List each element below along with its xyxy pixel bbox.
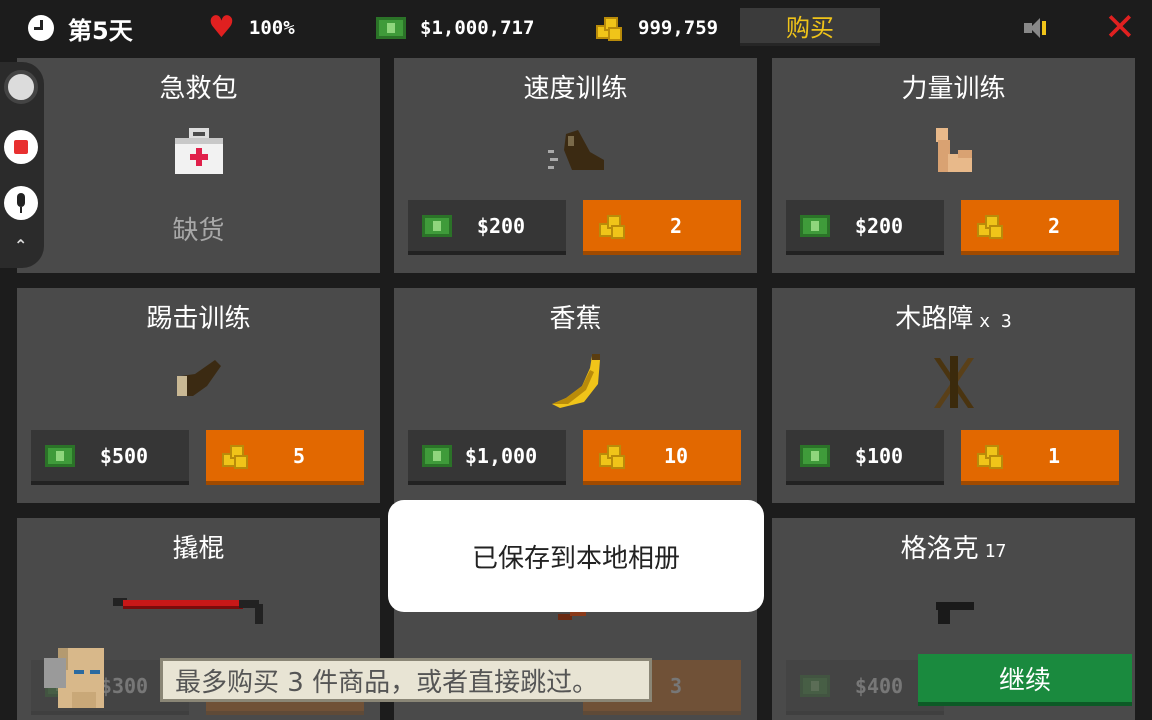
banana-icon	[551, 354, 600, 408]
gold-indicator: 999,759	[594, 0, 718, 56]
speaker-icon[interactable]	[1022, 14, 1054, 42]
gold-coins-icon	[597, 443, 627, 469]
top-bar: 第5天 ♥ 100% $1,000,717 999,759 购买 ✕	[0, 0, 1152, 56]
gold-coins-icon	[594, 15, 624, 41]
gold-coins-icon	[220, 443, 250, 469]
first-aid-kit-icon	[174, 128, 223, 174]
gold-coins-icon	[597, 213, 627, 239]
sold-out-label: 缺货	[172, 216, 225, 246]
card-title: 踢击训练	[146, 304, 251, 334]
cash-icon	[45, 444, 75, 467]
shop-card-kick-training: 踢击训练 $500 5	[17, 288, 380, 503]
continue-button[interactable]: 继续	[918, 654, 1132, 706]
dialog-speech-bubble: 最多购买 3 件商品，或者直接跳过。	[160, 658, 652, 702]
cash-icon	[800, 214, 830, 237]
health-value: 100%	[248, 17, 295, 39]
clock-icon	[28, 15, 54, 41]
crowbar-icon	[113, 598, 263, 624]
shop-card-wood-barricade: 木路障 x 3 $100 1	[772, 288, 1135, 503]
buy-with-money-button[interactable]: $1,000	[408, 430, 566, 485]
health-indicator: ♥ 100%	[208, 0, 295, 56]
buy-with-money-button[interactable]: $200	[408, 200, 566, 255]
cash-icon	[800, 444, 830, 467]
buy-with-gold-button[interactable]: 5	[206, 430, 364, 485]
gold-coins-icon	[975, 213, 1005, 239]
buy-with-gold-button[interactable]: 2	[961, 200, 1119, 255]
stop-icon	[14, 140, 28, 154]
card-title: 速度训练	[523, 74, 628, 104]
shopkeeper-avatar	[44, 648, 104, 708]
wood-barricade-icon	[933, 356, 974, 408]
shop-card-banana: 香蕉 $1,000 10	[394, 288, 757, 503]
buy-with-gold-button[interactable]: 2	[583, 200, 741, 255]
card-title: 撬棍	[172, 534, 225, 564]
cash-icon	[376, 17, 406, 39]
buy-with-money-button[interactable]: $100	[786, 430, 944, 485]
shop-card-speed-training: 速度训练 $200 2	[394, 58, 757, 273]
flexed-arm-icon	[935, 128, 972, 172]
cash-icon	[422, 214, 452, 237]
gold-coins-icon	[975, 443, 1005, 469]
card-title: 香蕉	[549, 304, 602, 334]
close-icon[interactable]: ✕	[1104, 8, 1136, 46]
money-indicator: $1,000,717	[376, 0, 534, 56]
day-label: 第5天	[68, 16, 133, 45]
microphone-button[interactable]	[4, 186, 38, 220]
buy-with-money-button[interactable]: $200	[786, 200, 944, 255]
buy-with-gold-button[interactable]: 10	[583, 430, 741, 485]
shop-card-strength-training: 力量训练 $200 2	[772, 58, 1135, 273]
gold-value: 999,759	[638, 17, 719, 39]
record-dot-button[interactable]	[4, 70, 38, 104]
kick-leg-icon	[176, 360, 221, 396]
cash-icon	[422, 444, 452, 467]
model-number: 17	[984, 541, 1007, 562]
quantity-label: x 3	[979, 311, 1012, 332]
buy-with-money-button[interactable]: $500	[31, 430, 189, 485]
boot-icon	[547, 130, 604, 170]
heart-icon: ♥	[208, 10, 235, 45]
day-indicator: 第5天	[28, 0, 133, 56]
card-title: 急救包	[159, 74, 238, 104]
pistol-icon	[936, 602, 974, 624]
buy-gold-button[interactable]: 购买	[740, 8, 880, 46]
saved-toast: 已保存到本地相册	[388, 500, 764, 612]
card-title: 力量训练	[901, 74, 1006, 104]
shop-card-first-aid: 急救包 缺货	[17, 58, 380, 273]
microphone-icon	[17, 193, 25, 207]
screen-recorder-panel: ⌃	[0, 62, 44, 268]
cash-icon	[800, 674, 830, 697]
buy-with-gold-button[interactable]: 1	[961, 430, 1119, 485]
money-value: $1,000,717	[420, 17, 535, 39]
collapse-chevron-icon[interactable]: ⌃	[14, 236, 27, 255]
card-title: 格洛克 17	[900, 534, 1007, 564]
stop-record-button[interactable]	[4, 130, 38, 164]
card-title: 木路障 x 3	[895, 304, 1012, 334]
